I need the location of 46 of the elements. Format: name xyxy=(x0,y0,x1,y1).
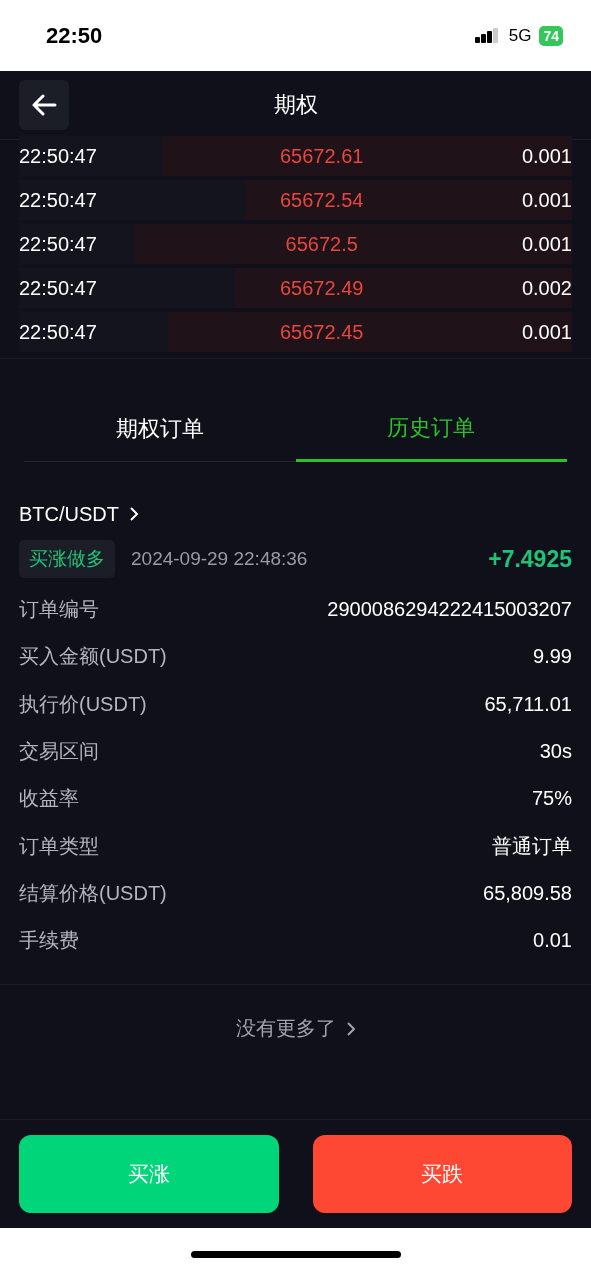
chevron-right-icon xyxy=(345,1020,356,1037)
trading-pair[interactable]: BTC/USDT xyxy=(19,502,119,526)
field-value: 65,809.58 xyxy=(483,881,572,905)
field-label: 订单编号 xyxy=(19,597,99,623)
trade-amount: 0.001 xyxy=(521,320,572,344)
field-label: 买入金额(USDT) xyxy=(19,644,167,670)
trade-price: 65672.49 xyxy=(280,276,364,299)
profit-value: +7.4925 xyxy=(488,545,572,573)
field-label: 结算价格(USDT) xyxy=(19,880,167,906)
trade-amount: 0.001 xyxy=(521,188,572,212)
trade-price: 65672.54 xyxy=(280,188,364,211)
trade-time: 22:50:47 xyxy=(19,276,98,300)
field-value: 75% xyxy=(531,787,572,811)
battery-level: 74 xyxy=(539,25,563,46)
order-datetime: 2024-09-29 22:48:36 xyxy=(131,548,309,570)
direction-tag: 买涨做多 xyxy=(19,540,115,578)
back-arrow-icon xyxy=(31,94,57,116)
trade-price: 65672.61 xyxy=(280,144,364,167)
field-label: 订单类型 xyxy=(19,833,99,859)
trade-time: 22:50:47 xyxy=(19,188,98,212)
trade-price: 65672.45 xyxy=(280,320,364,343)
trade-time: 22:50:47 xyxy=(19,320,98,344)
trade-time: 22:50:47 xyxy=(19,232,98,256)
field-value: 0.01 xyxy=(533,929,572,953)
field-value: 65,711.01 xyxy=(484,692,572,716)
trade-time: 22:50:47 xyxy=(19,144,98,168)
page-title: 期权 xyxy=(273,92,318,117)
signal-icon xyxy=(474,27,501,44)
field-value: 2900086294222415003207 xyxy=(327,598,572,622)
network-label: 5G xyxy=(508,25,532,46)
field-label: 手续费 xyxy=(19,928,79,954)
field-value: 普通订单 xyxy=(492,833,572,859)
trade-amount: 0.001 xyxy=(521,144,572,168)
field-value: 30s xyxy=(539,740,572,764)
field-label: 收益率 xyxy=(19,786,79,812)
chevron-right-icon[interactable] xyxy=(129,506,139,522)
field-label: 交易区间 xyxy=(19,739,99,765)
trade-amount: 0.002 xyxy=(521,276,572,300)
trade-amount: 0.001 xyxy=(521,232,572,256)
back-button[interactable] xyxy=(19,80,69,130)
field-label: 执行价(USDT) xyxy=(19,691,147,717)
field-value: 9.99 xyxy=(533,645,572,669)
no-more-text: 没有更多了 xyxy=(235,1016,336,1042)
clock-time: 22:50 xyxy=(46,22,103,49)
home-indicator[interactable] xyxy=(190,1250,401,1258)
trade-price: 65672.5 xyxy=(285,232,358,255)
